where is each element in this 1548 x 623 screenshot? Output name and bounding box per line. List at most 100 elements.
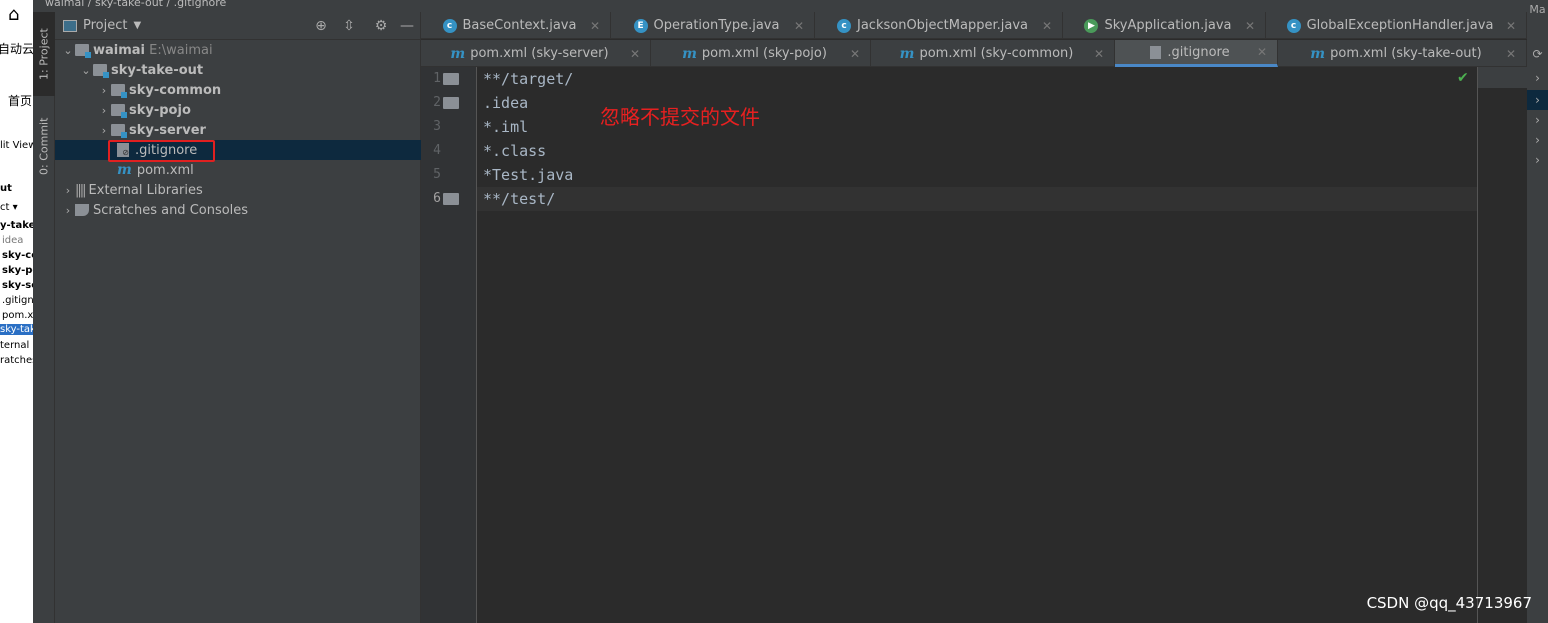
chevron-down-icon[interactable]: ⌄	[61, 44, 75, 57]
bg-text: ut	[0, 183, 12, 194]
chevron-right-icon[interactable]: ›	[97, 124, 111, 137]
folder-icon	[443, 193, 459, 205]
chevron-right-icon[interactable]: ›	[1527, 130, 1548, 150]
close-icon[interactable]: ✕	[850, 47, 860, 61]
tree-item-path: E:\waimai	[149, 42, 213, 58]
tab-label: pom.xml (sky-take-out)	[1330, 46, 1482, 61]
project-panel: Project ▼ ⊕ ⇳ ⚙ — ⌄ waimai E:\waimai ⌄ s…	[55, 12, 421, 623]
minimap-scrollbar[interactable]	[1477, 67, 1528, 623]
tree-item-sky-server[interactable]: › sky-server	[55, 120, 421, 140]
project-view-selector[interactable]: Project	[83, 18, 127, 33]
tree-item-label: sky-pojo	[129, 102, 191, 118]
tab-skyapplication[interactable]: ▶ SkyApplication.java ✕	[1063, 12, 1266, 39]
tree-item-label: Scratches and Consoles	[93, 202, 249, 218]
close-icon[interactable]: ✕	[590, 19, 600, 33]
close-icon[interactable]: ✕	[1245, 19, 1255, 33]
chevron-right-icon[interactable]: ›	[1527, 68, 1548, 88]
close-icon[interactable]: ✕	[1257, 45, 1267, 59]
tab-jacksonobjectmapper[interactable]: c JacksonObjectMapper.java ✕	[815, 12, 1063, 39]
maven-icon: m	[450, 45, 466, 62]
line-number: 1	[433, 71, 441, 86]
chevron-right-icon[interactable]: ›	[1527, 110, 1548, 130]
bg-text: sky-tak	[0, 324, 33, 335]
chevron-down-icon[interactable]: ⌄	[79, 64, 93, 77]
chevron-right-icon[interactable]: ›	[97, 84, 111, 97]
minimize-icon[interactable]: —	[399, 18, 415, 34]
close-icon[interactable]: ✕	[1094, 47, 1104, 61]
close-icon[interactable]: ✕	[1506, 47, 1516, 61]
tree-item-sky-take-out[interactable]: ⌄ sky-take-out	[55, 60, 421, 80]
breadcrumb[interactable]: waimai / sky-take-out / .gitignore	[33, 0, 1548, 12]
tree-item-waimai[interactable]: ⌄ waimai E:\waimai	[55, 40, 421, 60]
line-number: 2	[433, 95, 441, 110]
code-line: .idea	[483, 94, 529, 112]
line-number: 6	[433, 191, 441, 206]
bg-text: pom.xn	[2, 310, 33, 321]
chevron-right-icon[interactable]: ›	[61, 184, 75, 197]
folder-icon	[443, 73, 459, 85]
folder-icon	[443, 97, 459, 109]
tree-item-label: sky-server	[129, 122, 206, 138]
tool-tab-label: 1: Project	[37, 28, 51, 80]
chevron-down-icon[interactable]: ▼	[133, 20, 141, 31]
maven-tab[interactable]: Ma	[1527, 0, 1548, 20]
tab-pom-sky-pojo[interactable]: m pom.xml (sky-pojo) ✕	[651, 40, 871, 67]
code-line: *Test.java	[483, 166, 574, 184]
close-icon[interactable]: ✕	[1042, 19, 1052, 33]
code-editor[interactable]: **/target/ .idea *.iml *.class *Test.jav…	[477, 67, 1477, 623]
module-folder-icon	[93, 64, 109, 78]
background-window: ⌂ 自动云 首页 lit View ut ct ▾ y-take- idea s…	[0, 0, 33, 623]
tree-item-sky-pojo[interactable]: › sky-pojo	[55, 100, 421, 120]
maven-icon: m	[117, 162, 132, 178]
tab-pom-sky-server[interactable]: m pom.xml (sky-server) ✕	[421, 40, 651, 67]
tab-pom-sky-common[interactable]: m pom.xml (sky-common) ✕	[871, 40, 1115, 67]
bg-text: 自动云	[0, 42, 33, 56]
annotation-text: 忽略不提交的文件	[600, 105, 760, 129]
line-number: 4	[433, 143, 441, 158]
editor-gutter: 1 2 3 4 5 6	[421, 67, 477, 623]
bg-text: idea	[2, 235, 24, 246]
tree-item-pom-xml[interactable]: m pom.xml	[55, 160, 421, 180]
tab-basecontext[interactable]: c BaseContext.java ✕	[421, 12, 611, 39]
bg-text: sky-se	[2, 280, 33, 291]
chevron-right-icon[interactable]: ›	[1527, 90, 1548, 110]
class-icon: c	[837, 18, 851, 33]
close-icon[interactable]: ✕	[1506, 19, 1516, 33]
enum-icon: E	[633, 18, 648, 33]
tree-item-label: External Libraries	[88, 182, 203, 198]
tree-item-scratches[interactable]: › Scratches and Consoles	[55, 200, 421, 220]
home-icon: ⌂	[8, 4, 20, 25]
code-line: *.class	[483, 142, 547, 160]
tab-label: OperationType.java	[653, 18, 780, 33]
tab-label: pom.xml (sky-common)	[919, 46, 1074, 61]
check-icon: ✔	[1457, 70, 1469, 86]
module-folder-icon	[111, 104, 127, 118]
chevron-right-icon[interactable]: ›	[97, 104, 111, 117]
locate-icon[interactable]: ⊕	[313, 18, 329, 34]
refresh-icon[interactable]: ⟳	[1527, 44, 1548, 64]
bg-text: lit View	[0, 140, 33, 151]
tab-label: SkyApplication.java	[1104, 18, 1232, 33]
bg-text: 首页	[8, 94, 33, 108]
class-icon: c	[1286, 18, 1301, 33]
tab-globalexceptionhandler[interactable]: c GlobalExceptionHandler.java ✕	[1266, 12, 1527, 39]
editor-tabs-row-2: m pom.xml (sky-server) ✕ m pom.xml (sky-poj…	[421, 40, 1527, 67]
chevron-right-icon[interactable]: ›	[61, 204, 75, 217]
code-line: **/target/	[483, 70, 574, 88]
tab-pom-sky-take-out[interactable]: m pom.xml (sky-take-out) ✕	[1278, 40, 1527, 67]
collapse-all-icon[interactable]: ⇳	[341, 18, 357, 34]
scroll-thumb[interactable]	[1478, 67, 1528, 88]
tab-gitignore[interactable]: .gitignore ✕	[1115, 40, 1278, 67]
tool-tab-commit[interactable]: 0: Commit	[33, 108, 55, 184]
tree-item-sky-common[interactable]: › sky-common	[55, 80, 421, 100]
tab-label: .gitignore	[1167, 44, 1230, 60]
tool-window-strip: 1: Project 0: Commit	[33, 12, 55, 623]
close-icon[interactable]: ✕	[794, 19, 804, 33]
chevron-right-icon[interactable]: ›	[1527, 150, 1548, 170]
gear-icon[interactable]: ⚙	[373, 18, 389, 34]
close-icon[interactable]: ✕	[630, 47, 640, 61]
tab-operationtype[interactable]: E OperationType.java ✕	[611, 12, 815, 39]
tree-item-label: sky-common	[129, 82, 222, 98]
tool-tab-project[interactable]: 1: Project	[33, 12, 55, 96]
tree-item-external-libraries[interactable]: › |||| External Libraries	[55, 180, 421, 200]
